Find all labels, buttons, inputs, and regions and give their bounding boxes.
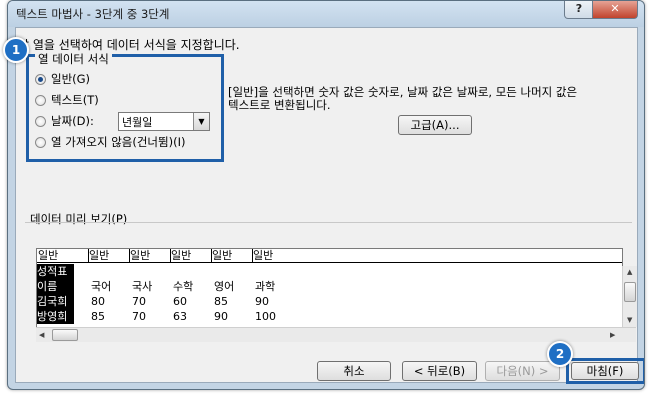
- column-header[interactable]: 일반: [129, 249, 171, 263]
- grid-cell: 85: [214, 295, 228, 308]
- grid-cell: 김국희: [37, 294, 74, 309]
- column-header[interactable]: 일반: [37, 249, 89, 263]
- radio-skip-icon[interactable]: [35, 136, 46, 148]
- description-line-2: 텍스트로 변환됩니다.: [228, 98, 331, 112]
- scroll-left-icon[interactable]: ◀: [39, 331, 44, 339]
- callout-badge-1: 1: [3, 37, 29, 63]
- grid-cell: 성적표: [37, 264, 74, 279]
- radio-date-label: 날짜(D):: [51, 114, 94, 128]
- vertical-scrollbar[interactable]: ▲ ▼: [622, 266, 637, 327]
- advanced-button[interactable]: 고급(A)...: [398, 115, 472, 135]
- grid-cell: 90: [214, 310, 228, 323]
- radio-text[interactable]: 텍스트(T): [35, 92, 99, 108]
- grid-cell: 100: [255, 310, 276, 323]
- grid-cell: 영어: [214, 280, 235, 293]
- text-wizard-dialog: 텍스트 마법사 - 3단계 중 3단계 ? ✕ 각 열을 선택하여 데이터 서식…: [7, 0, 645, 390]
- window-title: 텍스트 마법사 - 3단계 중 3단계: [16, 7, 170, 21]
- back-button[interactable]: < 뒤로(B): [402, 361, 477, 381]
- radio-skip[interactable]: 열 가져오지 않음(건너뜀)(I): [35, 134, 185, 150]
- grid-cell: 70: [132, 310, 146, 323]
- horizontal-scroll-thumb[interactable]: [52, 329, 78, 341]
- close-button[interactable]: ✕: [592, 1, 638, 19]
- grid-cell: 국어: [91, 280, 112, 293]
- cancel-button[interactable]: 취소: [317, 361, 391, 381]
- column-header[interactable]: 일반: [88, 249, 130, 263]
- grid-cell: 방영희: [37, 309, 74, 324]
- grid-cell: 국사: [132, 280, 153, 293]
- radio-text-label: 텍스트(T): [51, 93, 99, 107]
- column-format-group: 열 데이터 서식 일반(G) 텍스트(T) 날짜(D): 년월일 ▼ 열 가져오…: [26, 51, 224, 162]
- grid-cell: 이름: [37, 279, 74, 294]
- dialog-body: 각 열을 선택하여 데이터 서식을 지정합니다. 열 데이터 서식 일반(G) …: [15, 27, 644, 384]
- column-header[interactable]: 일반: [211, 249, 253, 263]
- radio-date-icon[interactable]: [35, 115, 46, 127]
- help-button[interactable]: ?: [564, 1, 594, 19]
- scroll-down-icon[interactable]: ▼: [627, 316, 632, 324]
- column-format-legend: 열 데이터 서식: [35, 51, 112, 67]
- callout-badge-2: 2: [547, 341, 573, 367]
- grid-cell: 85: [91, 310, 105, 323]
- vertical-scroll-thumb[interactable]: [624, 282, 636, 302]
- grid-cell: 63: [173, 310, 187, 323]
- grid-cell: 과학: [255, 280, 276, 293]
- grid-cell: 80: [91, 295, 105, 308]
- date-format-value: 년월일: [122, 116, 153, 129]
- grid-cell: 수학: [173, 280, 194, 293]
- finish-button[interactable]: 마침(F): [571, 362, 639, 380]
- scroll-up-icon[interactable]: ▲: [627, 268, 632, 276]
- radio-general[interactable]: 일반(G): [35, 71, 90, 87]
- title-bar[interactable]: 텍스트 마법사 - 3단계 중 3단계 ? ✕: [8, 1, 644, 27]
- data-preview-grid[interactable]: 일반 일반 일반 일반 일반 일반 성적표 이름 김국희 방영희 국어 국사 수…: [36, 248, 623, 328]
- horizontal-scrollbar[interactable]: ◀ ▶: [36, 327, 636, 342]
- grid-cell: 90: [255, 295, 269, 308]
- column-header[interactable]: 일반: [170, 249, 212, 263]
- grid-cell: 70: [132, 295, 146, 308]
- next-button[interactable]: 다음(N) >: [485, 361, 560, 381]
- date-format-select[interactable]: 년월일 ▼: [118, 112, 210, 131]
- radio-text-icon[interactable]: [35, 94, 46, 106]
- radio-date[interactable]: 날짜(D):: [35, 113, 94, 129]
- radio-general-icon[interactable]: [35, 73, 46, 85]
- radio-skip-label: 열 가져오지 않음(건너뜀)(I): [51, 135, 186, 149]
- radio-general-label: 일반(G): [51, 72, 91, 86]
- chevron-down-icon[interactable]: ▼: [193, 113, 209, 130]
- scroll-right-icon[interactable]: ▶: [610, 331, 615, 339]
- grid-cell: 60: [173, 295, 187, 308]
- column-header[interactable]: 일반: [252, 249, 622, 263]
